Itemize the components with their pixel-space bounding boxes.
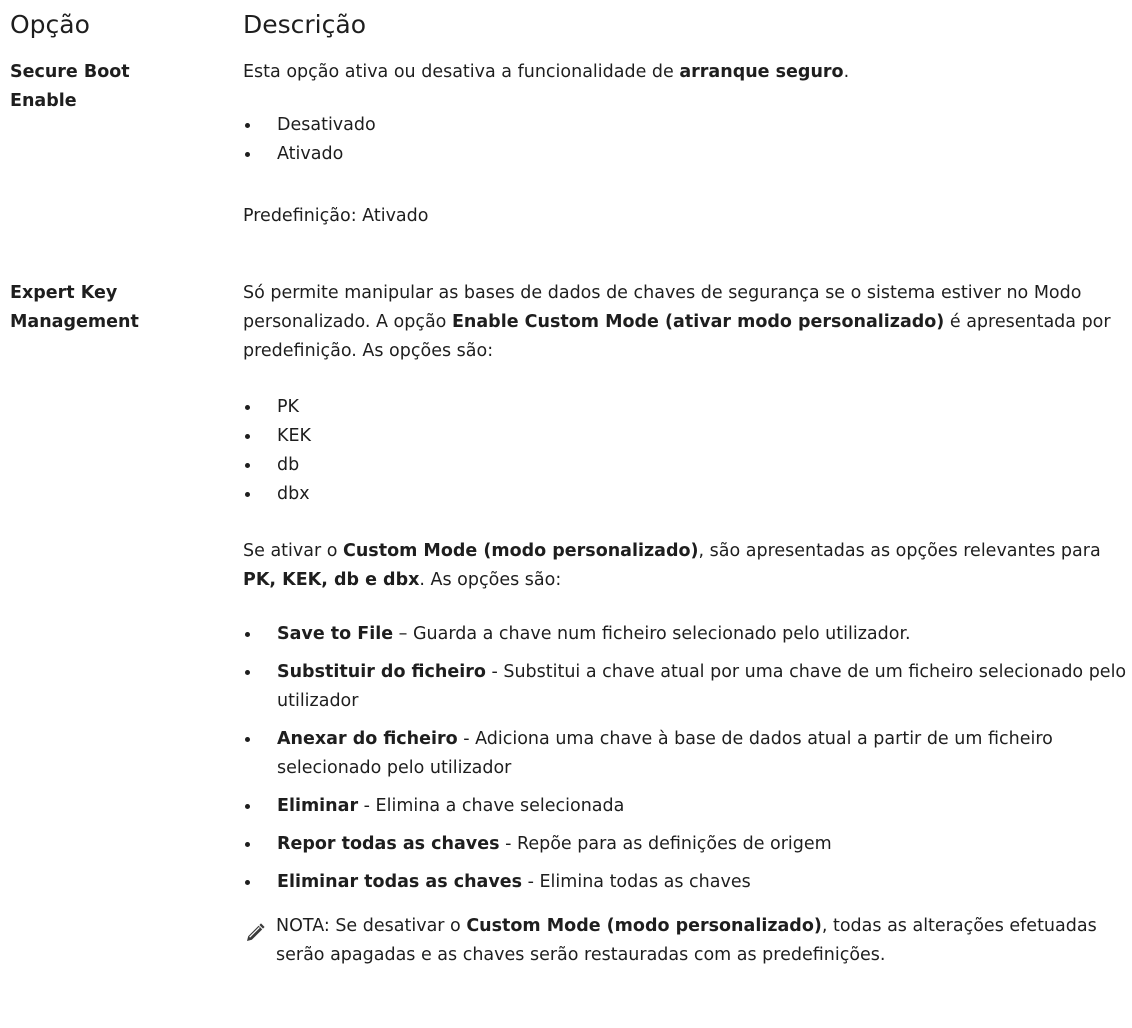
note-text: NOTA: Se desativar o Custom Mode (modo p… <box>276 916 1097 965</box>
key-database-list: PK KEK db dbx <box>243 393 1128 509</box>
option-expert-key-management: Expert Key Management <box>10 283 139 332</box>
secure-boot-description: Esta opção ativa ou desativa a funcional… <box>243 62 850 82</box>
custom-mode-description: Se ativar o Custom Mode (modo personaliz… <box>243 541 1101 590</box>
list-item: Save to File – Guarda a chave num fichei… <box>243 620 1128 649</box>
list-item: Repor todas as chaves - Repõe para as de… <box>243 830 1128 859</box>
custom-mode-actions: Save to File – Guarda a chave num fichei… <box>243 620 1128 906</box>
pencil-icon <box>247 923 265 941</box>
list-item: dbx <box>243 480 1128 509</box>
secure-boot-default: Predefinição: Ativado <box>243 206 429 226</box>
option-secure-boot-enable: Secure Boot Enable <box>10 62 130 111</box>
header-description: Descrição <box>243 10 366 39</box>
list-item: Substituir do ficheiro - Substitui a cha… <box>243 658 1128 716</box>
list-item: KEK <box>243 422 1128 451</box>
list-item: Eliminar todas as chaves - Elimina todas… <box>243 868 1128 897</box>
secure-boot-values: Desativado Ativado <box>243 111 1128 169</box>
expert-key-description: Só permite manipular as bases de dados d… <box>243 283 1111 361</box>
list-item: PK <box>243 393 1128 422</box>
list-item: Eliminar - Elimina a chave selecionada <box>243 792 1128 821</box>
list-item: Ativado <box>243 140 1128 169</box>
list-item: Anexar do ficheiro - Adiciona uma chave … <box>243 725 1128 783</box>
header-option: Opção <box>10 10 90 39</box>
list-item: db <box>243 451 1128 480</box>
list-item: Desativado <box>243 111 1128 140</box>
